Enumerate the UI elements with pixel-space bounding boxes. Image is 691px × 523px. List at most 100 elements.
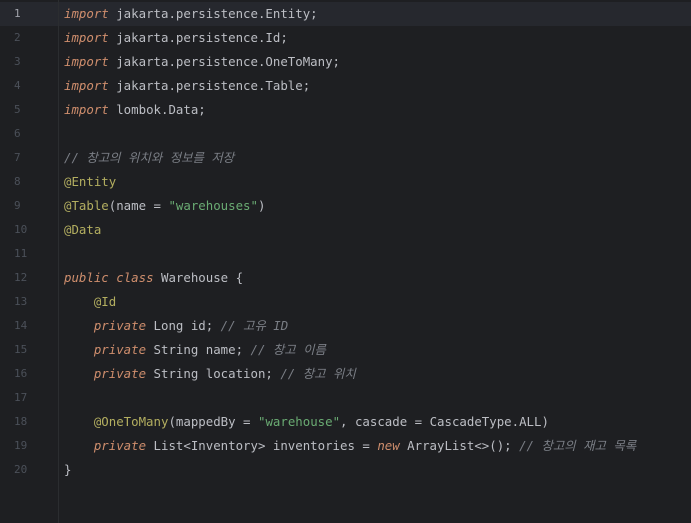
- code-line[interactable]: import jakarta.persistence.OneToMany;: [59, 50, 691, 74]
- line-number: 5: [14, 103, 21, 116]
- code-line[interactable]: @Data: [59, 218, 691, 242]
- code-text: private List<Inventory> inventories = ne…: [64, 434, 636, 458]
- line-number: 16: [14, 367, 28, 380]
- code-line[interactable]: private Long id; // 고유 ID: [59, 314, 691, 338]
- code-text: @Id: [64, 290, 116, 314]
- code-token: class: [116, 270, 154, 285]
- code-token: jakarta.persistence.Table;: [108, 78, 311, 93]
- line-number: 18: [14, 415, 28, 428]
- code-token: // 창고 위치: [280, 366, 356, 381]
- code-text: @Entity: [64, 170, 116, 194]
- line-number: 1: [0, 2, 58, 26]
- code-line[interactable]: public class Warehouse {: [59, 266, 691, 290]
- code-line[interactable]: private String name; // 창고 이름: [59, 338, 691, 362]
- code-line[interactable]: @Table(name = "warehouses"): [59, 194, 691, 218]
- code-token: "warehouses": [168, 198, 258, 213]
- code-token: private: [93, 366, 147, 381]
- code-token: Long id;: [146, 318, 221, 333]
- code-text: import lombok.Data;: [64, 98, 206, 122]
- line-number: 10: [14, 223, 28, 236]
- code-token: @OneToMany: [93, 414, 169, 429]
- code-editor[interactable]: import jakarta.persistence.Entity; import…: [59, 0, 691, 523]
- code-token: @Id: [93, 294, 117, 309]
- code-line[interactable]: @Id: [59, 290, 691, 314]
- code-text: private Long id; // 고유 ID: [64, 314, 288, 338]
- code-token: , cascade = CascadeType.ALL): [340, 414, 549, 429]
- code-token: jakarta.persistence.Id;: [108, 30, 288, 45]
- code-token: List<Inventory> inventories =: [146, 438, 378, 453]
- line-number: 9: [14, 199, 21, 212]
- code-token: @Table: [64, 198, 109, 213]
- code-token: (mappedBy =: [168, 414, 258, 429]
- line-number: 3: [14, 55, 21, 68]
- code-line[interactable]: @OneToMany(mappedBy = "warehouse", casca…: [59, 410, 691, 434]
- line-number: 20: [14, 463, 28, 476]
- code-token: ArrayList<>();: [399, 438, 520, 453]
- line-number: 7: [14, 151, 21, 164]
- code-token: import: [64, 102, 109, 117]
- line-number: 14: [14, 319, 28, 332]
- code-line[interactable]: import jakarta.persistence.Table;: [59, 74, 691, 98]
- code-line[interactable]: import jakarta.persistence.Entity;: [59, 2, 691, 26]
- line-number: 2: [14, 31, 21, 44]
- code-token: private: [93, 318, 147, 333]
- code-token: (name =: [108, 198, 169, 213]
- code-token: @Entity: [64, 174, 117, 189]
- code-token: // 창고 이름: [250, 342, 326, 357]
- code-text: }: [64, 458, 71, 482]
- line-number: 8: [14, 175, 21, 188]
- code-text: @OneToMany(mappedBy = "warehouse", casca…: [64, 410, 549, 434]
- code-token: import: [64, 30, 109, 45]
- code-line[interactable]: }: [59, 458, 691, 482]
- code-text: @Table(name = "warehouses"): [64, 194, 265, 218]
- code-token: jakarta.persistence.Entity;: [108, 6, 318, 21]
- line-number: 17: [14, 391, 28, 404]
- code-line[interactable]: private List<Inventory> inventories = ne…: [59, 434, 691, 458]
- code-line[interactable]: @Entity: [59, 170, 691, 194]
- code-token: private: [93, 342, 147, 357]
- code-text: import jakarta.persistence.Id;: [64, 26, 288, 50]
- line-number: 13: [14, 295, 28, 308]
- code-token: jakarta.persistence.OneToMany;: [108, 54, 341, 69]
- code-line[interactable]: // 창고의 위치와 정보를 저장: [59, 146, 691, 170]
- code-line[interactable]: private String location; // 창고 위치: [59, 362, 691, 386]
- code-text: private String name; // 창고 이름: [64, 338, 326, 362]
- line-number: 15: [14, 343, 28, 356]
- code-line[interactable]: import jakarta.persistence.Id;: [59, 26, 691, 50]
- code-token: new: [377, 438, 400, 453]
- code-text: import jakarta.persistence.Entity;: [64, 2, 318, 26]
- line-number: 6: [14, 127, 21, 140]
- code-token: // 창고의 재고 목록: [519, 438, 637, 453]
- code-line[interactable]: [59, 386, 691, 410]
- code-token: public: [64, 270, 109, 285]
- code-text: import jakarta.persistence.OneToMany;: [64, 50, 340, 74]
- code-line[interactable]: [59, 242, 691, 266]
- code-token: import: [64, 6, 109, 21]
- code-text: import jakarta.persistence.Table;: [64, 74, 310, 98]
- code-text: private String location; // 창고 위치: [64, 362, 356, 386]
- code-token: lombok.Data;: [108, 102, 206, 117]
- code-token: private: [93, 438, 147, 453]
- code-token: Warehouse {: [153, 270, 244, 285]
- code-text: // 창고의 위치와 정보를 저장: [64, 146, 234, 170]
- code-token: @Data: [64, 222, 102, 237]
- line-number: 11: [14, 247, 28, 260]
- line-number: 4: [14, 79, 21, 92]
- line-number: 12: [14, 271, 28, 284]
- code-token: // 창고의 위치와 정보를 저장: [64, 150, 235, 165]
- code-token: import: [64, 54, 109, 69]
- code-token: }: [64, 462, 72, 477]
- code-text: @Data: [64, 218, 101, 242]
- code-line[interactable]: import lombok.Data;: [59, 98, 691, 122]
- code-text: public class Warehouse {: [64, 266, 243, 290]
- code-token: // 고유 ID: [220, 318, 289, 333]
- code-line[interactable]: [59, 122, 691, 146]
- code-token: String name;: [146, 342, 251, 357]
- code-token: ): [257, 198, 266, 213]
